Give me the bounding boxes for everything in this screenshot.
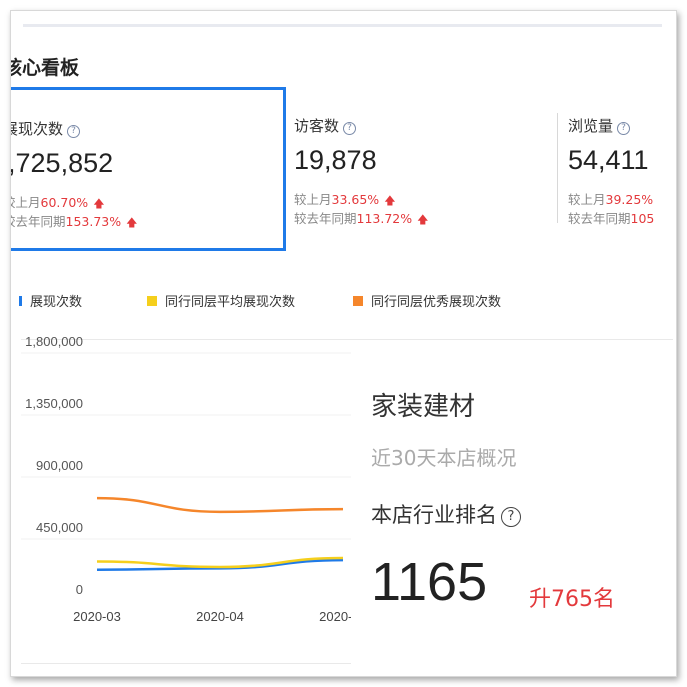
rank-label-text: 本店行业排名 bbox=[371, 503, 497, 527]
metric-yoy: 较去年同期113.72% 🡅 bbox=[294, 208, 428, 230]
arrow-up-icon: 🡅 bbox=[126, 216, 138, 229]
metric-value: 1,725,852 bbox=[11, 148, 114, 178]
yoy-pct: 113.72% bbox=[356, 211, 413, 226]
summary-subtitle: 近30天本店概况 bbox=[371, 446, 517, 470]
arrow-up-icon: 🡅 bbox=[384, 194, 396, 207]
y-tick-label: 450,000 bbox=[36, 520, 83, 535]
legend-label: 同行同层优秀展现次数 bbox=[371, 295, 502, 310]
metric-value: 19,878 bbox=[294, 145, 377, 175]
legend-item-impressions[interactable]: 展现次数 bbox=[19, 291, 82, 310]
yoy-label: 较去年同期 bbox=[568, 211, 631, 226]
arrow-up-icon: 🡅 bbox=[93, 197, 105, 210]
question-circle-icon[interactable]: ? bbox=[67, 125, 81, 138]
chart-bottom-rule bbox=[21, 663, 351, 664]
mom-label: 较上月 bbox=[294, 192, 332, 207]
metric-yoy: 较去年同期153.73% 🡅 bbox=[11, 211, 138, 233]
rank-value: 1165 bbox=[371, 552, 488, 612]
metric-title: 展现次数? bbox=[11, 118, 81, 139]
y-tick-label: 0 bbox=[76, 582, 83, 597]
dashboard-panel: 核心看板 展现次数? 1,725,852 较上月60.70%🡅 较去年同期153… bbox=[10, 10, 677, 677]
section-title: 核心看板 bbox=[10, 57, 80, 79]
yoy-pct: 153.73% bbox=[65, 214, 122, 229]
legend-item-peer-average[interactable]: 同行同层平均展现次数 bbox=[147, 291, 295, 310]
mom-pct: 60.70% bbox=[40, 195, 89, 210]
y-tick-label: 900,000 bbox=[36, 458, 83, 473]
rank-label: 本店行业排名? bbox=[371, 499, 521, 529]
metric-yoy: 较去年同期105 bbox=[568, 208, 654, 227]
legend-swatch bbox=[353, 295, 363, 306]
legend-label: 展现次数 bbox=[30, 295, 83, 310]
top-divider bbox=[23, 24, 662, 27]
metric-title: 浏览量? bbox=[568, 115, 631, 136]
metric-card-impressions[interactable]: 展现次数? 1,725,852 较上月60.70% 🡅 较去年同期153.73% 🡅 bbox=[11, 87, 286, 251]
rank-change: 升765名 bbox=[529, 587, 615, 612]
metric-title-text: 展现次数 bbox=[11, 120, 64, 138]
industry-title: 家装建材 bbox=[371, 392, 476, 422]
metric-card-pageviews[interactable]: 浏览量? 54,411 较上月39.25% 较去年同期105 bbox=[558, 87, 676, 251]
x-tick-label: 2020-04 bbox=[196, 609, 244, 624]
metric-card-visitors[interactable]: 访客数? 19,878 较上月33.65% 🡅 较去年同期113.72% 🡅 bbox=[284, 87, 554, 251]
metric-title: 访客数? bbox=[294, 115, 357, 136]
legend-swatch bbox=[19, 295, 22, 306]
x-tick-label: 2020-03 bbox=[73, 609, 121, 624]
metric-value: 54,411 bbox=[568, 145, 649, 175]
mom-label: 较上月 bbox=[11, 195, 41, 210]
mom-pct: 33.65% bbox=[331, 192, 380, 207]
question-circle-icon[interactable]: ? bbox=[617, 122, 631, 135]
mom-label: 较上月 bbox=[568, 192, 606, 207]
mom-pct: 39.25% bbox=[605, 192, 654, 207]
question-circle-icon[interactable]: ? bbox=[501, 507, 521, 527]
metric-title-text: 浏览量 bbox=[568, 117, 614, 135]
y-tick-label: 1,350,000 bbox=[25, 396, 83, 411]
legend-label: 同行同层平均展现次数 bbox=[165, 295, 296, 310]
y-tick-label: 1,800,000 bbox=[25, 334, 83, 349]
metric-title-text: 访客数 bbox=[294, 117, 340, 135]
yoy-pct: 105 bbox=[630, 211, 655, 226]
series-line[interactable] bbox=[96, 496, 344, 514]
question-circle-icon[interactable]: ? bbox=[343, 122, 357, 135]
yoy-label: 较去年同期 bbox=[294, 211, 357, 226]
arrow-up-icon: 🡅 bbox=[417, 213, 429, 226]
metric-mom: 较上月39.25% bbox=[568, 189, 653, 208]
legend-item-peer-excellent[interactable]: 同行同层优秀展现次数 bbox=[353, 291, 501, 310]
legend-swatch bbox=[147, 295, 157, 306]
line-chart: 0 450,000 900,000 1,350,000 1,800,000 2020-03… bbox=[21, 334, 351, 624]
x-tick-label: 2020-05 bbox=[319, 609, 351, 624]
yoy-label: 较去年同期 bbox=[11, 214, 66, 229]
